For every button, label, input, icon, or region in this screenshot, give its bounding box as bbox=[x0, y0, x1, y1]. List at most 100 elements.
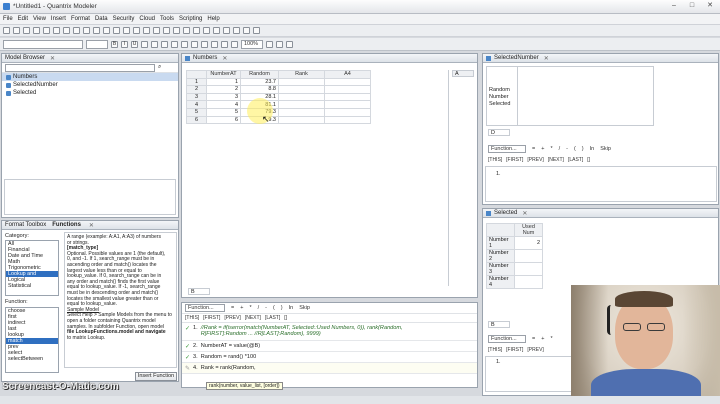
help-icon[interactable] bbox=[253, 27, 260, 34]
cell-rank[interactable] bbox=[278, 100, 325, 109]
cell-rank[interactable] bbox=[278, 92, 325, 102]
selected-title[interactable]: Selected bbox=[494, 210, 517, 216]
function-list[interactable]: choose first indirect last lookup match … bbox=[5, 307, 59, 373]
canvas-icon[interactable] bbox=[123, 27, 130, 34]
cell-a4[interactable] bbox=[324, 100, 371, 109]
op-button[interactable]: ( bbox=[273, 305, 275, 311]
underline-icon[interactable]: U bbox=[131, 40, 138, 48]
cell-numberat[interactable]: 1 bbox=[206, 77, 241, 87]
op-button[interactable]: * bbox=[550, 336, 552, 342]
close-icon[interactable]: ✕ bbox=[222, 55, 227, 62]
maximize-button[interactable]: □ bbox=[684, 1, 700, 11]
nav-button[interactable]: [THIS] bbox=[185, 315, 199, 321]
selectednumber-formula-area[interactable]: 1. bbox=[485, 166, 717, 202]
cell-numberat[interactable]: 3 bbox=[206, 92, 241, 102]
menu-view[interactable]: View bbox=[33, 16, 46, 22]
op-button[interactable]: / bbox=[559, 146, 561, 152]
row-header[interactable]: 5 bbox=[186, 107, 207, 117]
nav-button[interactable]: [THIS] bbox=[488, 157, 502, 163]
selectednumber-field[interactable]: D bbox=[488, 129, 510, 136]
cell-numberat[interactable]: 5 bbox=[206, 107, 241, 117]
menu-scripting[interactable]: Scripting bbox=[179, 16, 202, 22]
row-header[interactable]: Random bbox=[489, 87, 515, 94]
nav-button[interactable]: [] bbox=[587, 157, 590, 163]
freeze-icon[interactable] bbox=[286, 40, 293, 48]
open-icon[interactable] bbox=[13, 27, 20, 34]
function-dropdown[interactable]: Function... bbox=[185, 304, 225, 312]
op-button[interactable]: ) bbox=[582, 146, 584, 152]
settings-icon[interactable] bbox=[243, 27, 250, 34]
redo-icon[interactable] bbox=[83, 27, 90, 34]
nav-button[interactable]: [THIS] bbox=[488, 347, 502, 353]
column-header[interactable]: NumberAT bbox=[206, 70, 241, 79]
group-icon[interactable] bbox=[163, 27, 170, 34]
close-icon[interactable]: ✕ bbox=[89, 222, 94, 229]
copy-icon[interactable] bbox=[53, 27, 60, 34]
tree-item-selectednumber[interactable]: SelectedNumber bbox=[2, 81, 178, 89]
print-icon[interactable] bbox=[33, 27, 40, 34]
row-header[interactable]: 3 bbox=[186, 92, 207, 102]
op-button[interactable]: - bbox=[265, 305, 267, 311]
font-color-icon[interactable] bbox=[221, 40, 228, 48]
align-left-icon[interactable] bbox=[151, 40, 158, 48]
op-button[interactable]: / bbox=[258, 305, 260, 311]
nav-button[interactable]: [PREV] bbox=[527, 157, 543, 163]
nav-button[interactable]: [FIRST] bbox=[203, 315, 220, 321]
close-icon[interactable]: ✕ bbox=[522, 210, 527, 217]
tree-item-numbers[interactable]: Numbers bbox=[2, 73, 178, 81]
pivot-icon[interactable] bbox=[193, 27, 200, 34]
new-icon[interactable] bbox=[3, 27, 10, 34]
add-row-icon[interactable] bbox=[213, 27, 220, 34]
cell-random[interactable]: 8.8 bbox=[240, 85, 279, 94]
op-button[interactable]: - bbox=[566, 146, 568, 152]
zoom-select[interactable]: 100% bbox=[241, 39, 263, 49]
menu-tools[interactable]: Tools bbox=[160, 16, 174, 22]
row-header[interactable]: Number 1 bbox=[486, 236, 515, 250]
chart-icon[interactable] bbox=[113, 27, 120, 34]
fit-icon[interactable] bbox=[266, 40, 273, 48]
op-button[interactable]: In bbox=[289, 305, 294, 311]
search-icon[interactable]: ⌕ bbox=[158, 64, 161, 71]
menu-security[interactable]: Security bbox=[113, 16, 135, 22]
close-icon[interactable]: ✕ bbox=[544, 55, 549, 62]
cell-used-num[interactable]: 2 bbox=[514, 236, 543, 250]
selectednumber-title[interactable]: SelectedNumber bbox=[494, 55, 539, 61]
nav-button[interactable]: [LAST] bbox=[568, 157, 583, 163]
op-button[interactable]: * bbox=[550, 146, 552, 152]
minimize-button[interactable]: – bbox=[666, 1, 682, 11]
function-dropdown[interactable]: Function... bbox=[488, 335, 526, 343]
decimal-icon[interactable] bbox=[201, 40, 208, 48]
formula-line[interactable]: ✓ 3. Random = rand() *100 bbox=[182, 352, 477, 363]
op-button[interactable]: = bbox=[532, 146, 535, 152]
cell-used-num[interactable] bbox=[514, 249, 543, 263]
column-header[interactable]: Random bbox=[240, 70, 279, 79]
row-header[interactable]: 4 bbox=[186, 100, 207, 109]
function-item[interactable]: selectBetween bbox=[6, 356, 58, 362]
tab-format-toolbox[interactable]: Format Toolbox bbox=[5, 222, 46, 228]
category-list[interactable]: All Financial Date and Time Math Trigono… bbox=[5, 240, 59, 296]
fill-color-icon[interactable] bbox=[231, 40, 238, 48]
paste-icon[interactable] bbox=[63, 27, 70, 34]
cell-a4[interactable] bbox=[324, 107, 371, 117]
table-icon[interactable] bbox=[133, 27, 140, 34]
find-icon[interactable] bbox=[93, 27, 100, 34]
italic-icon[interactable]: I bbox=[121, 40, 128, 48]
menu-help[interactable]: Help bbox=[207, 16, 219, 22]
nav-button[interactable]: [LAST] bbox=[265, 315, 280, 321]
selected-formula-area[interactable]: 1. bbox=[485, 356, 573, 392]
strike-icon[interactable] bbox=[141, 40, 148, 48]
add-col-icon[interactable] bbox=[223, 27, 230, 34]
formula-line[interactable]: ✓ 2. NumberAT = value(@B) bbox=[182, 341, 477, 352]
row-header[interactable]: 6 bbox=[186, 115, 207, 125]
zoom-icon[interactable] bbox=[183, 27, 190, 34]
row-header[interactable]: Number 4 bbox=[486, 275, 515, 289]
cell-a4[interactable] bbox=[324, 115, 371, 125]
column-header[interactable]: Rank bbox=[278, 70, 325, 79]
menu-edit[interactable]: Edit bbox=[18, 16, 28, 22]
nav-button[interactable]: [] bbox=[284, 315, 287, 321]
row-header[interactable]: Number bbox=[489, 94, 515, 101]
bold-icon[interactable]: B bbox=[111, 40, 118, 48]
align-center-icon[interactable] bbox=[161, 40, 168, 48]
op-button[interactable]: = bbox=[231, 305, 234, 311]
formula-line-active[interactable]: ✎ 4. Rank = rank(Random, bbox=[182, 363, 477, 374]
